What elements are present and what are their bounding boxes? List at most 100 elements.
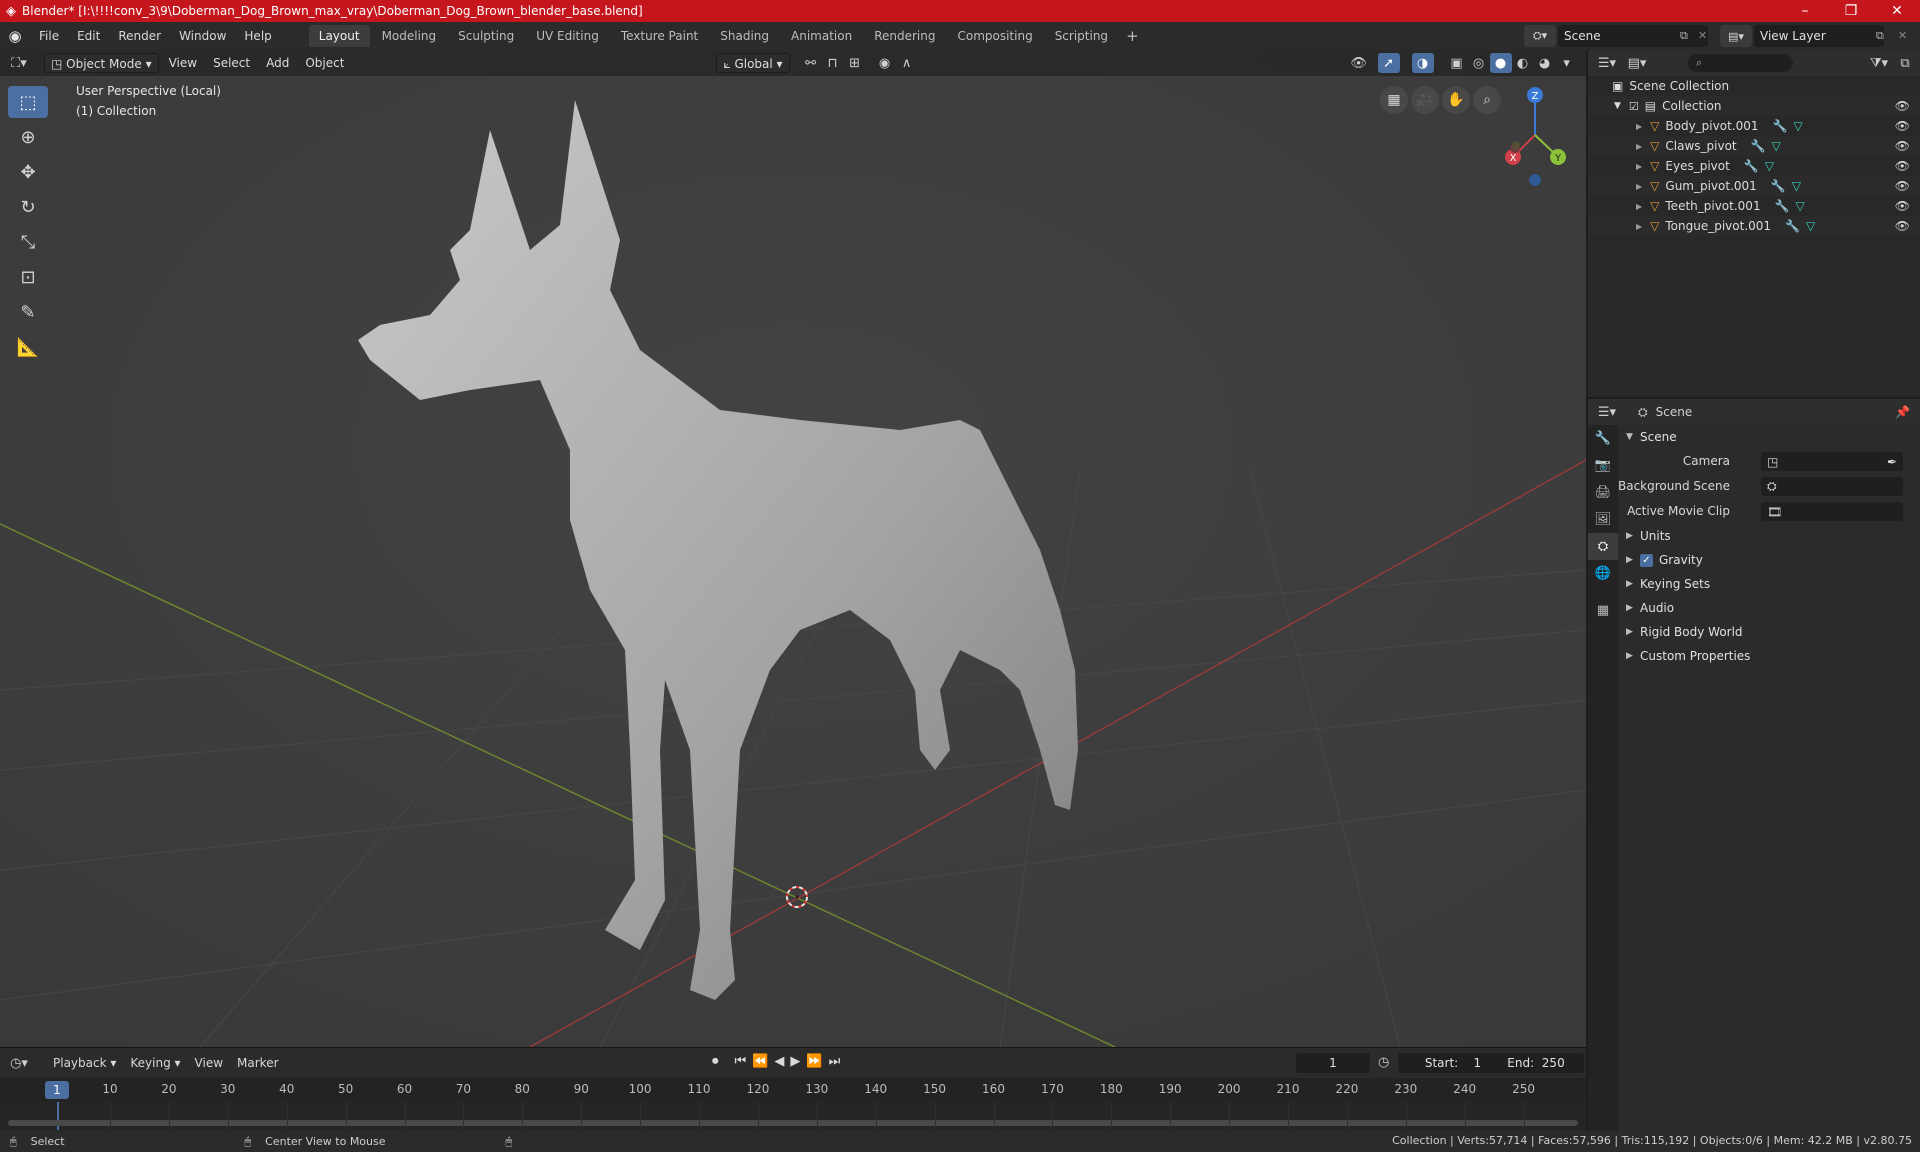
xray-toggle-icon[interactable]: ▣ — [1446, 53, 1468, 73]
tab-sculpting[interactable]: Sculpting — [448, 25, 524, 47]
object-visibility-icon[interactable]: 👁 — [1895, 199, 1910, 213]
orientation-gizmo[interactable]: Z X Y — [1500, 80, 1580, 190]
tab-texture-paint[interactable]: Texture Paint — [611, 25, 708, 47]
mesh-data-icon[interactable]: ▽ — [1806, 219, 1815, 233]
outliner-object[interactable]: ▶ ▽ Gum_pivot.001 🔧 ▽ 👁 — [1588, 176, 1920, 196]
snap-element-icon[interactable]: ⊞ — [844, 53, 866, 73]
view-layer-tab-icon[interactable]: 🖼 — [1588, 506, 1618, 533]
tab-scripting[interactable]: Scripting — [1045, 25, 1118, 47]
annotate-tool-icon[interactable]: ✎ — [8, 296, 48, 328]
viewport-menu-select[interactable]: Select — [207, 53, 256, 73]
units-panel-header[interactable]: ▶ Units — [1618, 524, 1920, 548]
scale-tool-icon[interactable]: ⤡ — [8, 226, 48, 258]
tool-tab-icon[interactable]: 🔧 — [1588, 425, 1618, 452]
cursor-tool-icon[interactable]: ⊕ — [8, 121, 48, 153]
display-mode-icon[interactable]: ▤▾ — [1626, 53, 1648, 73]
new-scene-icon[interactable]: ⧉ — [1680, 29, 1688, 43]
tab-shading[interactable]: Shading — [710, 25, 779, 47]
render-tab-icon[interactable]: 📷 — [1588, 452, 1618, 479]
toggle-ortho-icon[interactable]: ▦ — [1380, 86, 1408, 114]
timeline-menu-playback[interactable]: Playback ▾ — [46, 1056, 123, 1070]
delete-scene-icon[interactable]: ✕ — [1698, 29, 1707, 42]
delete-view-layer-icon[interactable]: ✕ — [1898, 29, 1907, 42]
timeline-menu-keying[interactable]: Keying ▾ — [123, 1056, 187, 1070]
gizmo-toggle-icon[interactable]: ➚ — [1377, 53, 1400, 73]
output-tab-icon[interactable]: 🖨 — [1588, 479, 1618, 506]
move-tool-icon[interactable]: ✥ — [8, 156, 48, 188]
menu-render[interactable]: Render — [109, 22, 170, 50]
outliner-search-input[interactable]: ⌕ — [1688, 54, 1793, 72]
tab-modeling[interactable]: Modeling — [372, 25, 447, 47]
camera-field[interactable]: ◳ ✒ — [1761, 452, 1903, 471]
active-movie-clip-field[interactable]: 🎞 — [1761, 502, 1903, 521]
viewport-menu-add[interactable]: Add — [260, 53, 295, 73]
close-button[interactable]: ✕ — [1874, 3, 1920, 19]
object-visibility-icon[interactable]: 👁 — [1895, 139, 1910, 153]
shading-options-icon[interactable]: ▾ — [1556, 53, 1578, 73]
overlay-toggle-icon[interactable]: ◑ — [1411, 53, 1434, 73]
timeline-editor-type-icon[interactable]: ◷▾ — [8, 1053, 30, 1073]
wireframe-shading-icon[interactable]: ◎ — [1468, 53, 1490, 73]
modifier-icon[interactable]: 🔧 — [1751, 139, 1766, 153]
custom-properties-panel-header[interactable]: ▶ Custom Properties — [1618, 644, 1920, 668]
mesh-data-icon[interactable]: ▽ — [1765, 159, 1774, 173]
object-expand-icon[interactable]: ▶ — [1636, 142, 1642, 151]
tab-rendering[interactable]: Rendering — [864, 25, 945, 47]
add-workspace-button[interactable]: + — [1118, 27, 1147, 45]
tab-uv-editing[interactable]: UV Editing — [526, 25, 609, 47]
tab-layout[interactable]: Layout — [308, 25, 370, 47]
scene-tab-icon[interactable]: ⛭ — [1588, 533, 1618, 560]
timeline-menu-marker[interactable]: Marker — [230, 1056, 285, 1070]
keying-sets-panel-header[interactable]: ▶ Keying Sets — [1618, 572, 1920, 596]
timeline-ruler[interactable]: 1 10 20 30 40 50 60 70 80 90 100 110 120 130 140 150 16… — [0, 1078, 1586, 1102]
jump-end-icon[interactable]: ⏭ — [829, 1054, 841, 1069]
current-frame-field[interactable]: 1 — [1296, 1053, 1370, 1073]
gravity-panel-header[interactable]: ▶ ✓ Gravity — [1618, 548, 1920, 572]
record-icon[interactable]: ⏺ — [712, 1054, 719, 1069]
material-shading-icon[interactable]: ◐ — [1512, 53, 1534, 73]
tab-animation[interactable]: Animation — [781, 25, 862, 47]
current-frame-indicator[interactable]: 1 — [45, 1081, 69, 1099]
tab-compositing[interactable]: Compositing — [947, 25, 1042, 47]
object-expand-icon[interactable]: ▶ — [1636, 182, 1642, 191]
object-visibility-icon[interactable]: 👁 — [1895, 159, 1910, 173]
pivot-point-icon[interactable]: ⚯ — [800, 53, 822, 73]
zoom-view-icon[interactable]: ⌕ — [1473, 86, 1501, 114]
object-expand-icon[interactable]: ▶ — [1636, 222, 1642, 231]
object-expand-icon[interactable]: ▶ — [1636, 162, 1642, 171]
outliner-object[interactable]: ▶ ▽ Teeth_pivot.001 🔧 ▽ 👁 — [1588, 196, 1920, 216]
menu-help[interactable]: Help — [235, 22, 280, 50]
timeline-track[interactable] — [0, 1102, 1586, 1130]
scene-panel-header[interactable]: ▼ Scene — [1618, 425, 1920, 449]
jump-keyframe-forward-icon[interactable]: ⏩ — [806, 1054, 822, 1069]
preview-range-icon[interactable]: ◷ — [1378, 1055, 1389, 1070]
audio-panel-header[interactable]: ▶ Audio — [1618, 596, 1920, 620]
pin-icon[interactable]: 📌 — [1895, 405, 1910, 419]
jump-keyframe-back-icon[interactable]: ⏪ — [752, 1054, 768, 1069]
new-collection-icon[interactable]: ⧉ — [1894, 53, 1916, 73]
modifier-icon[interactable]: 🔧 — [1785, 219, 1800, 233]
outliner-object[interactable]: ▶ ▽ Body_pivot.001 🔧 ▽ 👁 — [1588, 116, 1920, 136]
timeline-menu-view[interactable]: View — [188, 1056, 230, 1070]
select-box-tool-icon[interactable]: ⬚ — [8, 86, 48, 118]
object-visibility-icon[interactable]: 👁 — [1895, 119, 1910, 133]
modifier-icon[interactable]: 🔧 — [1773, 119, 1788, 133]
eyedropper-icon[interactable]: ✒ — [1887, 455, 1897, 469]
editor-type-icon[interactable]: ⛶▾ — [8, 53, 30, 73]
transform-tool-icon[interactable]: ⊡ — [8, 261, 48, 293]
play-icon[interactable]: ▶ — [790, 1054, 800, 1069]
viewport-menu-view[interactable]: View — [163, 53, 203, 73]
filter-icon[interactable]: ⧩▾ — [1868, 53, 1890, 73]
gravity-checkbox[interactable]: ✓ — [1640, 553, 1653, 567]
rigid-body-world-panel-header[interactable]: ▶ Rigid Body World — [1618, 620, 1920, 644]
3d-viewport[interactable]: ⛶▾ ◳ Object Mode ▾ View Select Add Objec… — [0, 50, 1586, 1047]
modifier-icon[interactable]: 🔧 — [1775, 199, 1790, 213]
collection-checkbox-icon[interactable]: ☑ — [1629, 100, 1639, 113]
solid-shading-icon[interactable]: ● — [1489, 53, 1512, 73]
object-visibility-icon[interactable]: 👁 — [1895, 179, 1910, 193]
blender-logo-icon[interactable]: ◉ — [0, 27, 30, 45]
menu-edit[interactable]: Edit — [68, 22, 109, 50]
object-expand-icon[interactable]: ▶ — [1636, 122, 1642, 131]
mesh-data-icon[interactable]: ▽ — [1792, 179, 1801, 193]
modifier-icon[interactable]: 🔧 — [1744, 159, 1759, 173]
